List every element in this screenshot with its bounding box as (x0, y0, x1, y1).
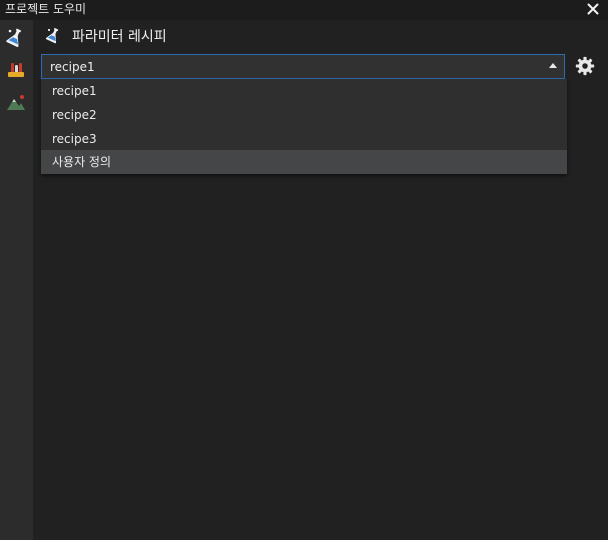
recipe-option[interactable]: recipe3 (41, 127, 567, 151)
test-tubes-icon (8, 63, 24, 77)
close-icon[interactable] (585, 1, 601, 17)
panel-title: 파라미터 레시피 (72, 29, 167, 45)
recipe-option-custom[interactable]: 사용자 정의 (41, 150, 567, 174)
flask-icon (44, 25, 64, 45)
sidebar-item-recipe[interactable] (4, 25, 28, 49)
mountain-icon (7, 95, 25, 110)
sidebar (0, 20, 33, 540)
settings-button[interactable] (574, 55, 596, 77)
sidebar-item-tubes[interactable] (4, 58, 28, 82)
caret-up-icon (549, 63, 557, 68)
recipe-dropdown-list: recipe1 recipe2 recipe3 사용자 정의 (41, 79, 567, 174)
recipe-option[interactable]: recipe1 (41, 79, 567, 103)
title-bar: 프로젝트 도우미 (0, 0, 608, 20)
window-title: 프로젝트 도우미 (5, 2, 87, 16)
recipe-select-value: recipe1 (50, 60, 95, 74)
flask-icon (6, 28, 22, 47)
recipe-select[interactable]: recipe1 (41, 54, 565, 79)
sidebar-item-mountain[interactable] (4, 91, 28, 115)
recipe-option[interactable]: recipe2 (41, 103, 567, 127)
gear-icon (575, 56, 595, 76)
